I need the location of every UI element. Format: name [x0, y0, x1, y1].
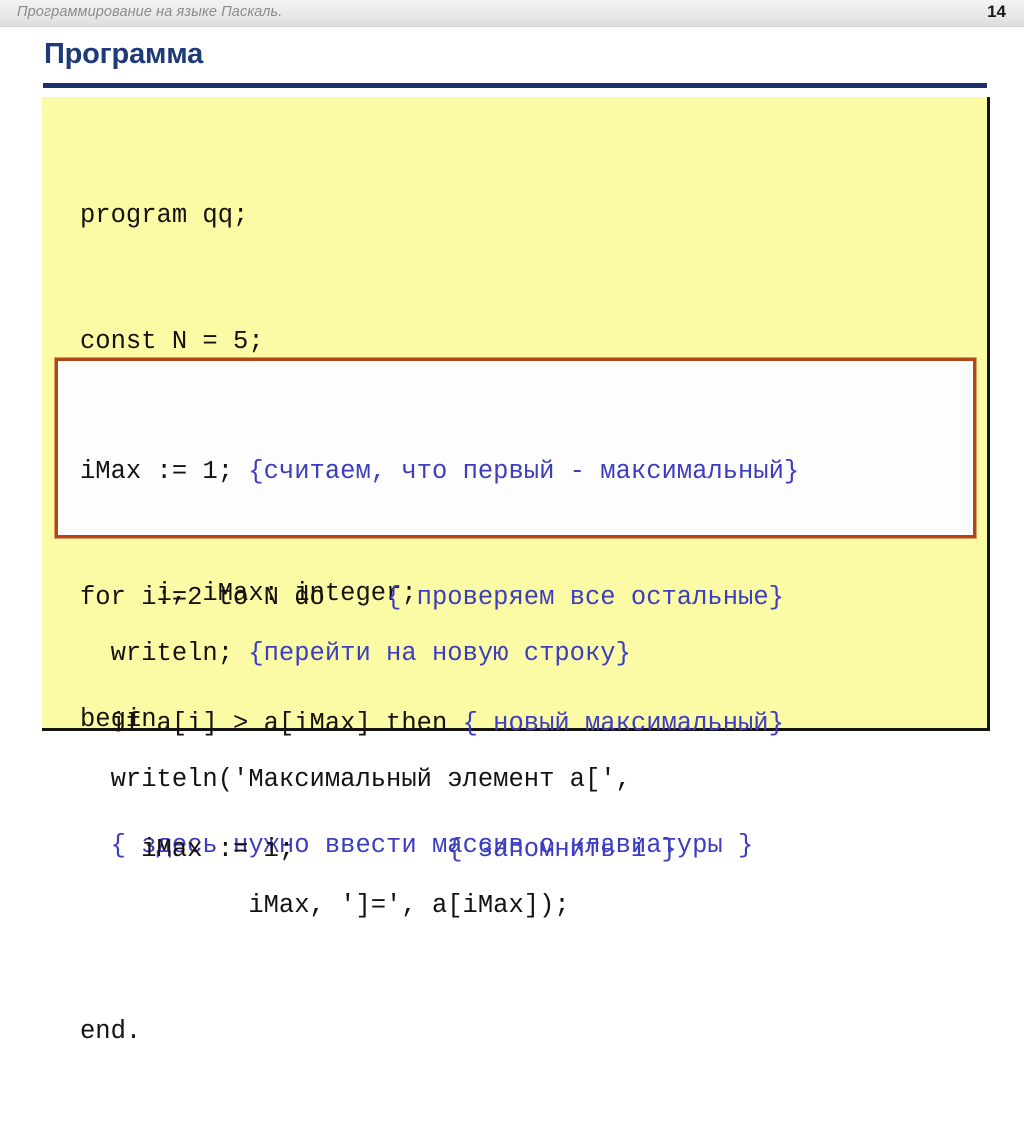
code-comment: {перейти на новую строку} — [248, 639, 631, 668]
page-title: Программа — [44, 38, 204, 70]
code-text: const N = 5; — [80, 327, 264, 356]
code-line: end. — [42, 1011, 990, 1053]
code-line: const N = 5; — [42, 321, 990, 363]
code-comment: {считаем, что первый - максимальный} — [248, 457, 800, 486]
code-text: iMax := 1; — [80, 457, 249, 486]
code-block-after: writeln; {перейти на новую строку} write… — [42, 549, 990, 1137]
code-text: program qq; — [80, 201, 249, 230]
course-title: Программирование на языке Паскаль. — [17, 4, 283, 20]
highlighted-code-box: iMax := 1; {считаем, что первый - максим… — [55, 358, 976, 864]
code-line: iMax := 1; {считаем, что первый - максим… — [58, 451, 973, 493]
code-text: end. — [80, 1017, 142, 1046]
page-number: 14 — [987, 2, 1006, 21]
code-line: iMax, ']=', a[iMax]); — [42, 885, 990, 927]
code-text: writeln('Максимальный элемент a[', — [80, 765, 631, 794]
code-text: iMax, ']=', a[iMax]); — [80, 891, 570, 920]
code-panel: program qq; const N = 5; var a: array [1… — [42, 97, 990, 1046]
top-header-bar: Программирование на языке Паскаль. 14 — [0, 0, 1024, 27]
code-line: writeln('Максимальный элемент a[', — [42, 759, 990, 801]
code-line: writeln; {перейти на новую строку} — [42, 633, 990, 675]
code-text: writeln; — [80, 639, 249, 668]
title-underline-rule — [43, 83, 987, 88]
code-line: program qq; — [42, 195, 990, 237]
